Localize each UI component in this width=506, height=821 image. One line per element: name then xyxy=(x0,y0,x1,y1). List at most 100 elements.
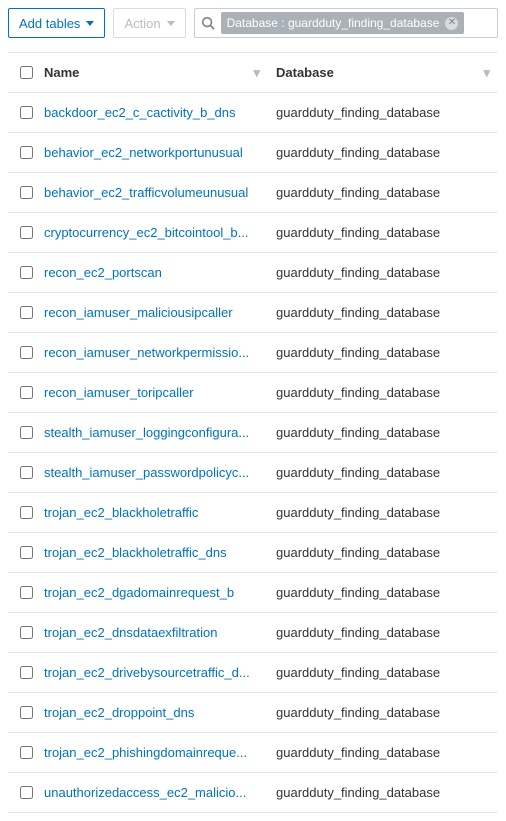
row-select-cell xyxy=(8,733,36,773)
table-row: trojan_ec2_blackholetraffic_dns guardduty… xyxy=(8,533,498,573)
table-name-link[interactable]: stealth_iamuser_passwordpolicyc... xyxy=(44,465,249,480)
close-icon[interactable]: ✕ xyxy=(445,17,458,30)
row-name-cell: backdoor_ec2_c_cactivity_b_dns xyxy=(36,93,268,133)
row-checkbox[interactable] xyxy=(20,626,33,639)
table-name-link[interactable]: trojan_ec2_blackholetraffic xyxy=(44,505,198,520)
table-row: cryptocurrency_ec2_bitcointool_b... guard… xyxy=(8,213,498,253)
row-checkbox[interactable] xyxy=(20,226,33,239)
row-database-cell: guardduty_finding_database xyxy=(268,533,498,573)
row-checkbox[interactable] xyxy=(20,506,33,519)
column-header-database[interactable]: Database ▾ xyxy=(268,53,498,93)
row-checkbox[interactable] xyxy=(20,466,33,479)
row-checkbox[interactable] xyxy=(20,586,33,599)
row-checkbox[interactable] xyxy=(20,746,33,759)
row-checkbox[interactable] xyxy=(20,146,33,159)
row-checkbox[interactable] xyxy=(20,346,33,359)
row-name-cell: trojan_ec2_phishingdomainreque... xyxy=(36,733,268,773)
row-database-cell: guardduty_finding_database xyxy=(268,253,498,293)
select-all-checkbox[interactable] xyxy=(20,66,33,79)
table-row: backdoor_ec2_c_cactivity_b_dnsguardduty_… xyxy=(8,93,498,133)
row-database-cell: guardduty_finding_database xyxy=(268,453,498,493)
row-database-cell: guardduty_finding_database xyxy=(268,613,498,653)
row-checkbox[interactable] xyxy=(20,186,33,199)
table-name-link[interactable]: recon_iamuser_toripcaller xyxy=(44,385,194,400)
tables-table: Name ▾ Database ▾ backdoor_ec2_c_cactivi… xyxy=(8,52,498,813)
table-name-link[interactable]: cryptocurrency_ec2_bitcointool_b... xyxy=(44,225,249,240)
table-name-link[interactable]: stealth_iamuser_loggingconfigura... xyxy=(44,425,249,440)
table-row: recon_ec2_portscan guardduty_finding_data… xyxy=(8,253,498,293)
caret-down-icon xyxy=(86,21,94,26)
row-checkbox[interactable] xyxy=(20,386,33,399)
search-input[interactable]: Database : guardduty_finding_database ✕ xyxy=(194,8,498,38)
table-name-link[interactable]: trojan_ec2_blackholetraffic_dns xyxy=(44,545,227,560)
row-name-cell: unauthorizedaccess_ec2_malicio... xyxy=(36,773,268,813)
column-header-name[interactable]: Name ▾ xyxy=(36,53,268,93)
table-name-link[interactable]: behavior_ec2_trafficvolumeunusual xyxy=(44,185,248,200)
row-select-cell xyxy=(8,573,36,613)
table-row: recon_iamuser_maliciousipcallerguardduty… xyxy=(8,293,498,333)
row-database-cell: guardduty_finding_database xyxy=(268,413,498,453)
action-button[interactable]: Action xyxy=(113,8,185,38)
row-checkbox[interactable] xyxy=(20,306,33,319)
table-row: unauthorizedaccess_ec2_malicio... guarddu… xyxy=(8,773,498,813)
table-row: trojan_ec2_dgadomainrequest_b guardduty_f… xyxy=(8,573,498,613)
row-checkbox[interactable] xyxy=(20,706,33,719)
table-name-link[interactable]: recon_iamuser_maliciousipcaller xyxy=(44,305,233,320)
search-icon xyxy=(201,16,215,30)
row-select-cell xyxy=(8,613,36,653)
row-select-cell xyxy=(8,413,36,453)
row-checkbox[interactable] xyxy=(20,546,33,559)
row-select-cell xyxy=(8,773,36,813)
row-database-cell: guardduty_finding_database xyxy=(268,773,498,813)
row-database-cell: guardduty_finding_database xyxy=(268,733,498,773)
row-name-cell: stealth_iamuser_passwordpolicyc... xyxy=(36,453,268,493)
row-name-cell: recon_iamuser_toripcaller xyxy=(36,373,268,413)
row-checkbox[interactable] xyxy=(20,106,33,119)
toolbar: Add tables Action Database : guardduty_f… xyxy=(8,8,498,38)
table-row: behavior_ec2_trafficvolumeunusual guarddu… xyxy=(8,173,498,213)
sort-icon: ▾ xyxy=(483,65,490,81)
table-name-link[interactable]: backdoor_ec2_c_cactivity_b_dns xyxy=(44,105,236,120)
row-database-cell: guardduty_finding_database xyxy=(268,173,498,213)
sort-icon: ▾ xyxy=(253,65,260,81)
table-row: recon_iamuser_toripcallerguardduty_findi… xyxy=(8,373,498,413)
row-name-cell: behavior_ec2_networkportunusual xyxy=(36,133,268,173)
table-name-link[interactable]: trojan_ec2_droppoint_dns xyxy=(44,705,194,720)
column-header-database-label: Database xyxy=(276,65,334,80)
table-name-link[interactable]: recon_ec2_portscan xyxy=(44,265,162,280)
table-row: behavior_ec2_networkportunusualguardduty… xyxy=(8,133,498,173)
row-database-cell: guardduty_finding_database xyxy=(268,493,498,533)
row-checkbox[interactable] xyxy=(20,266,33,279)
table-name-link[interactable]: behavior_ec2_networkportunusual xyxy=(44,145,243,160)
row-name-cell: trojan_ec2_blackholetraffic xyxy=(36,493,268,533)
row-name-cell: cryptocurrency_ec2_bitcointool_b... xyxy=(36,213,268,253)
row-database-cell: guardduty_finding_database xyxy=(268,573,498,613)
row-name-cell: behavior_ec2_trafficvolumeunusual xyxy=(36,173,268,213)
table-row: trojan_ec2_drivebysourcetraffic_d...guar… xyxy=(8,653,498,693)
row-checkbox[interactable] xyxy=(20,786,33,799)
row-checkbox[interactable] xyxy=(20,666,33,679)
row-database-cell: guardduty_finding_database xyxy=(268,213,498,253)
table-row: trojan_ec2_blackholetraffic guardduty_fin… xyxy=(8,493,498,533)
filter-chip[interactable]: Database : guardduty_finding_database ✕ xyxy=(221,12,465,34)
table-row: stealth_iamuser_passwordpolicyc... guardd… xyxy=(8,453,498,493)
table-row: trojan_ec2_phishingdomainreque... guarddu… xyxy=(8,733,498,773)
table-row: trojan_ec2_dnsdataexfiltration guardduty_… xyxy=(8,613,498,653)
caret-down-icon xyxy=(167,21,175,26)
table-name-link[interactable]: trojan_ec2_drivebysourcetraffic_d... xyxy=(44,665,250,680)
row-name-cell: recon_ec2_portscan xyxy=(36,253,268,293)
table-name-link[interactable]: trojan_ec2_dnsdataexfiltration xyxy=(44,625,217,640)
table-name-link[interactable]: trojan_ec2_dgadomainrequest_b xyxy=(44,585,234,600)
select-all-header xyxy=(8,53,36,93)
row-name-cell: trojan_ec2_drivebysourcetraffic_d... xyxy=(36,653,268,693)
row-checkbox[interactable] xyxy=(20,426,33,439)
add-tables-button[interactable]: Add tables xyxy=(8,8,105,38)
row-select-cell xyxy=(8,453,36,493)
table-name-link[interactable]: trojan_ec2_phishingdomainreque... xyxy=(44,745,247,760)
row-select-cell xyxy=(8,653,36,693)
filter-chip-label: Database : guardduty_finding_database xyxy=(227,16,440,30)
row-name-cell: trojan_ec2_blackholetraffic_dns xyxy=(36,533,268,573)
table-name-link[interactable]: unauthorizedaccess_ec2_malicio... xyxy=(44,785,246,800)
table-name-link[interactable]: recon_iamuser_networkpermissio... xyxy=(44,345,249,360)
row-select-cell xyxy=(8,533,36,573)
